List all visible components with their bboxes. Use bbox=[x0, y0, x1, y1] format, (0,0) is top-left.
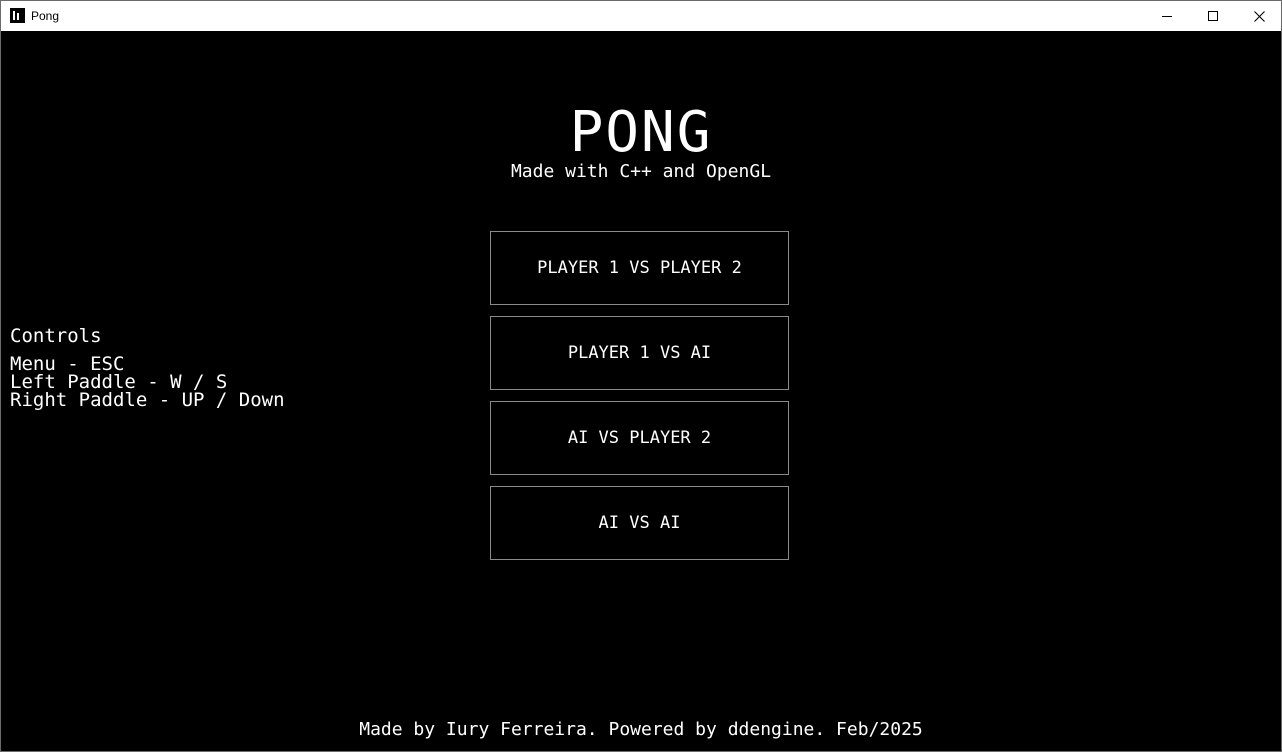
pong-app-icon bbox=[10, 8, 25, 23]
close-icon bbox=[1253, 10, 1265, 22]
menu-button-label: PLAYER 1 VS AI bbox=[567, 343, 712, 363]
game-canvas: PONG Made with C++ and OpenGL Controls M… bbox=[1, 31, 1281, 751]
ai-vs-player2-button[interactable]: AI VS PLAYER 2 bbox=[490, 401, 789, 475]
controls-panel: Controls Menu - ESC Left Paddle - W / S … bbox=[10, 325, 285, 411]
ai-vs-ai-button[interactable]: AI VS AI bbox=[490, 486, 789, 560]
minimize-button[interactable] bbox=[1144, 1, 1190, 31]
menu-button-label: PLAYER 1 VS PLAYER 2 bbox=[537, 258, 742, 278]
controls-line-right-paddle: Right Paddle - UP / Down bbox=[10, 389, 285, 411]
footer-credits: Made by Iury Ferreira. Powered by ddengi… bbox=[359, 719, 923, 740]
window-title: Pong bbox=[31, 9, 60, 23]
game-title: PONG bbox=[569, 100, 713, 165]
maximize-button[interactable] bbox=[1190, 1, 1236, 31]
minimize-icon bbox=[1162, 16, 1172, 17]
menu-button-label: AI VS PLAYER 2 bbox=[567, 428, 712, 448]
controls-heading: Controls bbox=[10, 325, 102, 347]
maximize-icon bbox=[1208, 11, 1218, 21]
app-window: Pong PONG Made with C++ and OpenGL Contr… bbox=[0, 0, 1282, 752]
player1-vs-ai-button[interactable]: PLAYER 1 VS AI bbox=[490, 316, 789, 390]
close-button[interactable] bbox=[1236, 1, 1282, 31]
menu-button-label: AI VS AI bbox=[598, 513, 681, 533]
game-subtitle: Made with C++ and OpenGL bbox=[510, 161, 772, 182]
title-bar[interactable]: Pong bbox=[1, 1, 1281, 31]
player1-vs-player2-button[interactable]: PLAYER 1 VS PLAYER 2 bbox=[490, 231, 789, 305]
